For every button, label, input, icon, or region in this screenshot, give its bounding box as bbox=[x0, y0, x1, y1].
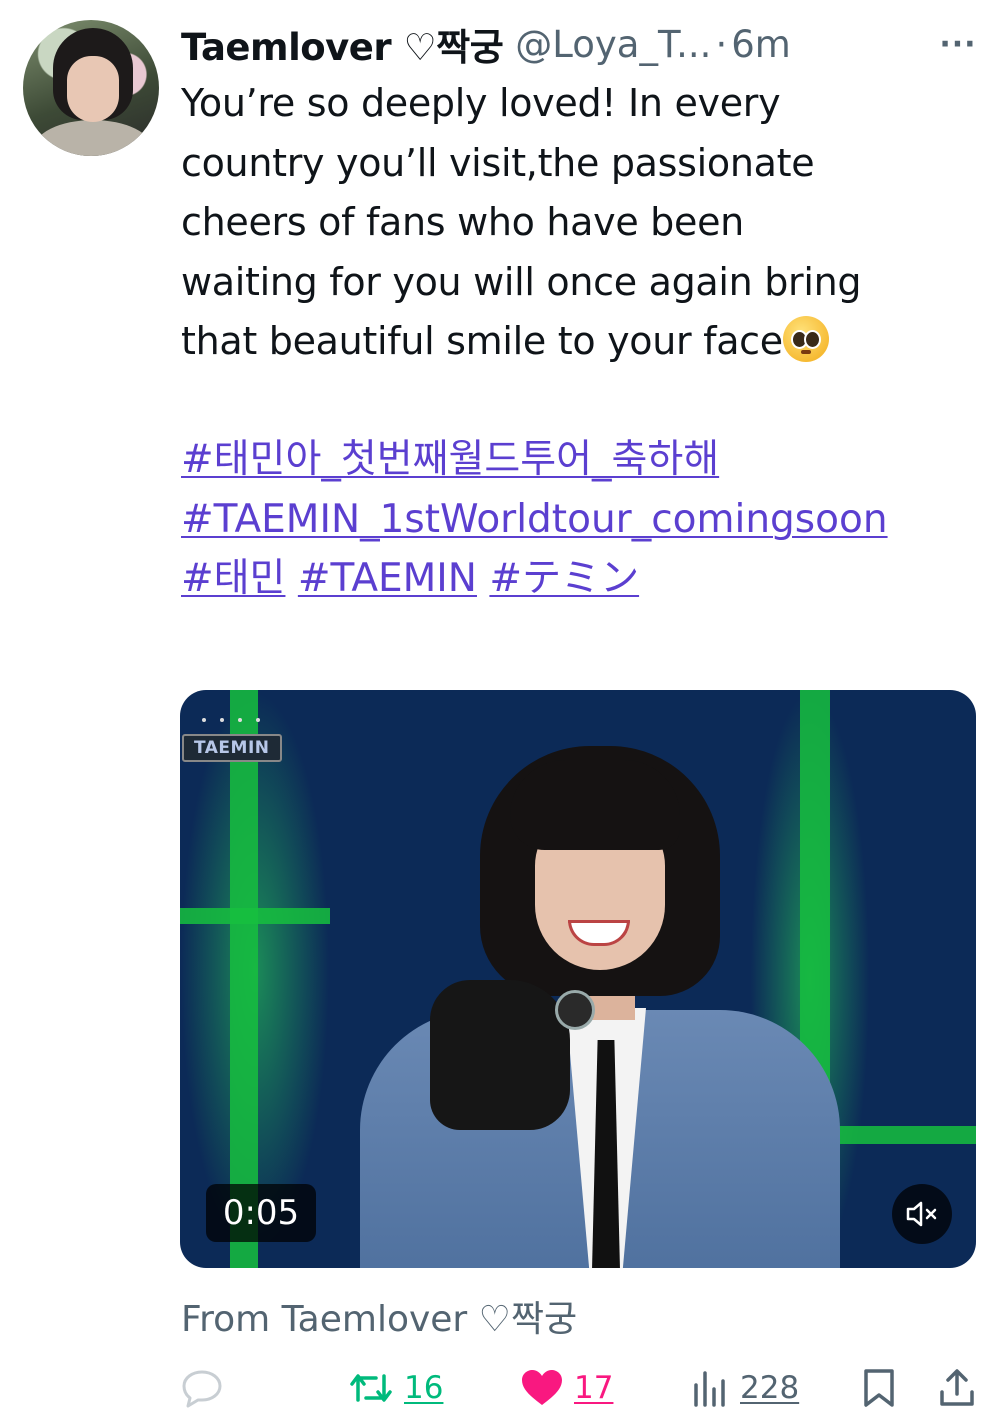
hashtag-link[interactable]: #태민 bbox=[181, 556, 285, 601]
retweet-count: 16 bbox=[404, 1370, 444, 1406]
video-time-indicator: 0:05 bbox=[206, 1184, 316, 1242]
pleading-face-emoji-icon bbox=[782, 316, 829, 362]
hashtag-block: #태민아_첫번째월드투어_축하해 #TAEMIN_1stWorldtour_co… bbox=[181, 430, 971, 609]
views-count: 228 bbox=[740, 1370, 800, 1406]
attribution-text[interactable]: From Taemlover ♡짝궁 bbox=[181, 1290, 577, 1342]
broadcast-logo bbox=[202, 718, 260, 724]
speaker-muted-icon[interactable] bbox=[892, 1184, 952, 1244]
tweet-text: You’re so deeply loved! In every country… bbox=[181, 74, 971, 372]
author-display-name[interactable]: Taemlover ♡짝궁 bbox=[181, 17, 504, 71]
video-overlay-label: TAEMIN bbox=[182, 734, 282, 762]
retweet-icon bbox=[350, 1374, 392, 1402]
tweet-timestamp[interactable]: 6m bbox=[731, 23, 791, 66]
views-bar-chart-icon bbox=[694, 1371, 725, 1407]
more-options-icon[interactable]: ··· bbox=[936, 26, 980, 62]
tweet-text-line: cheers of fans who have been bbox=[181, 200, 744, 244]
share-icon bbox=[940, 1369, 974, 1406]
reply-icon bbox=[182, 1370, 222, 1408]
tweet-text-line: waiting for you will once again bring bbox=[181, 259, 862, 304]
avatar[interactable] bbox=[23, 20, 159, 156]
video-player[interactable]: TAEMIN 0:05 bbox=[180, 690, 976, 1268]
heart-icon bbox=[522, 1370, 562, 1405]
hashtag-link[interactable]: #TAEMIN_1stWorldtour_comingsoon bbox=[181, 490, 971, 550]
author-handle[interactable]: @Loya_T... bbox=[515, 23, 711, 66]
reply-button[interactable] bbox=[180, 1360, 234, 1416]
hashtag-link[interactable]: #TAEMIN bbox=[298, 556, 477, 601]
tweet-text-line: that beautiful smile to your face bbox=[181, 312, 971, 372]
tweet-header: Taemlover ♡짝궁 @Loya_T... · 6m ··· bbox=[181, 16, 980, 72]
bookmark-button[interactable] bbox=[862, 1360, 896, 1416]
tweet-text-line: country you’ll visit,the passionate bbox=[181, 140, 815, 185]
like-button[interactable]: 17 bbox=[520, 1360, 613, 1416]
hashtag-link[interactable]: #テミン bbox=[489, 556, 639, 601]
views-button[interactable]: 228 bbox=[692, 1360, 799, 1416]
like-count: 17 bbox=[574, 1370, 614, 1406]
tweet-actions: 16 17 228 bbox=[180, 1360, 980, 1416]
share-button[interactable] bbox=[938, 1360, 976, 1416]
time-separator: · bbox=[715, 22, 728, 66]
hashtag-link[interactable]: #태민아_첫번째월드투어_축하해 bbox=[181, 437, 719, 482]
bookmark-icon bbox=[864, 1369, 894, 1407]
retweet-button[interactable]: 16 bbox=[348, 1360, 443, 1416]
tweet-text-line: You’re so deeply loved! In every bbox=[181, 81, 781, 125]
